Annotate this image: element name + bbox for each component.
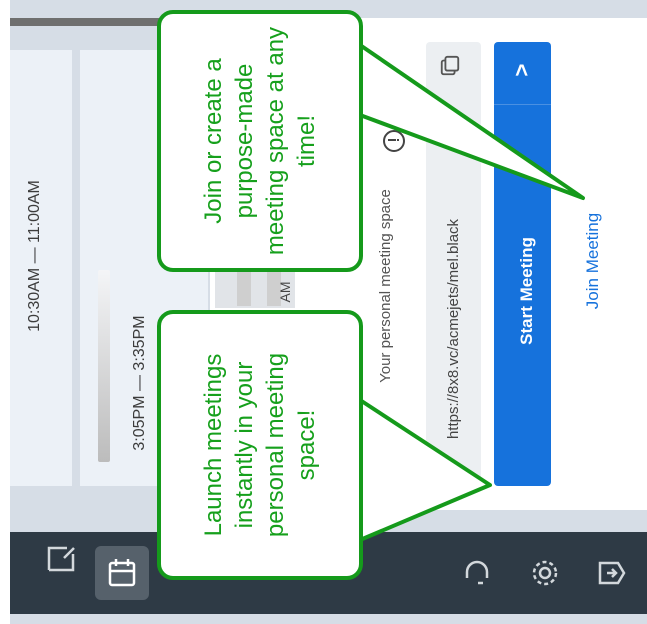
copy-icon[interactable] [439,55,461,77]
schedule-item-1[interactable]: 10:30AM — 11:00AM [10,50,72,486]
schedule-item-1-time: 10:30AM — 11:00AM [26,180,43,332]
meeting-url: https://8x8.vc/acmejets/mel.black [444,218,462,440]
schedule-item-2-color-bar [98,270,110,462]
expand-options-button[interactable]: > [508,58,536,82]
calendar-icon[interactable] [95,546,149,600]
schedule-item-2-time: 3:05PM — 3:35PM [131,315,148,451]
headset-icon[interactable] [450,546,504,600]
compose-icon[interactable] [34,532,88,586]
gear-icon[interactable] [518,546,572,600]
info-icon[interactable] [383,130,405,152]
exit-icon[interactable] [583,546,637,600]
top-accent-bar [10,18,160,26]
callout-launch-text: Launch meetings instantly in your person… [200,352,320,538]
join-meeting-link[interactable]: Join Meeting [581,201,605,321]
start-meeting-label: Start Meeting [517,237,536,345]
personal-meeting-label: Your personal meeting space [376,189,394,383]
schedule-item-3-time-fragment: AM [277,281,293,303]
callout-join-create-text: Join or create a purpose-made meeting sp… [200,26,320,256]
